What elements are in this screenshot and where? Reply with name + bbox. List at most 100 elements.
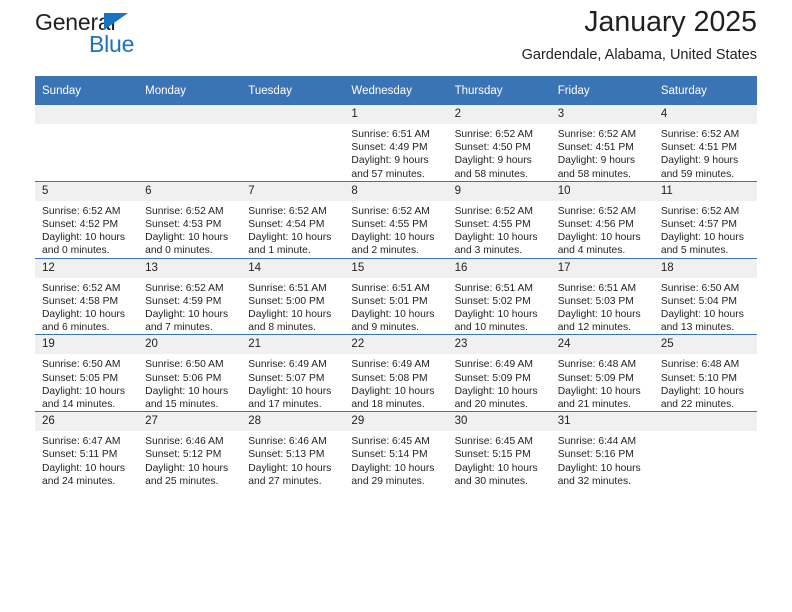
daylight-duration-line1: Daylight: 10 hours xyxy=(42,385,125,397)
sunrise-time: Sunrise: 6:52 AM xyxy=(145,282,224,294)
daylight-duration-line2: and 1 minute. xyxy=(248,245,311,257)
day-details: Sunrise: 6:51 AM Sunset: 5:00 PM Daylight:… xyxy=(241,278,344,335)
day-number: 25 xyxy=(653,335,757,355)
day-number: 15 xyxy=(344,258,448,278)
sunrise-time: Sunrise: 6:51 AM xyxy=(454,282,533,294)
sunrise-time: Sunrise: 6:52 AM xyxy=(145,205,224,217)
daylight-duration-line1: Daylight: 10 hours xyxy=(145,385,229,397)
calendar-day-cell[interactable]: 5 Sunrise: 6:52 AM Sunset: 4:52 PM Daylight… xyxy=(35,180,139,259)
calendar-day-cell[interactable]: 3 Sunrise: 6:52 AM Sunset: 4:51 PM Daylight… xyxy=(550,105,654,182)
daylight-duration-line1: Daylight: 10 hours xyxy=(454,385,538,397)
calendar-day-cell[interactable]: 20 Sunrise: 6:50 AM Sunset: 5:06 PM Dayligh… xyxy=(138,334,242,412)
day-details: Sunrise: 6:52 AM Sunset: 4:53 PM Daylight:… xyxy=(138,201,241,258)
calendar-day-cell[interactable]: 22 Sunrise: 6:49 AM Sunset: 5:08 PM Dayligh… xyxy=(344,334,448,412)
day-number: 2 xyxy=(447,105,551,124)
calendar-day-cell[interactable]: 17 Sunrise: 6:51 AM Sunset: 5:03 PM Dayligh… xyxy=(550,257,654,335)
calendar-day-cell[interactable]: 16 Sunrise: 6:51 AM Sunset: 5:02 PM Dayligh… xyxy=(447,257,551,335)
calendar-day-cell[interactable]: 31 Sunrise: 6:44 AM Sunset: 5:16 PM Dayligh… xyxy=(550,411,654,489)
calendar-day-cell[interactable]: 29 Sunrise: 6:45 AM Sunset: 5:14 PM Dayligh… xyxy=(344,411,448,489)
calendar-day-cell[interactable]: 30 Sunrise: 6:45 AM Sunset: 5:15 PM Dayligh… xyxy=(447,411,551,489)
calendar-day-cell[interactable]: 24 Sunrise: 6:48 AM Sunset: 5:09 PM Dayligh… xyxy=(550,334,654,412)
daylight-duration-line2: and 29 minutes. xyxy=(351,475,425,487)
page-header: General Blue January 2025 Gardendale, Al… xyxy=(35,0,757,76)
day-details: Sunrise: 6:46 AM Sunset: 5:13 PM Daylight:… xyxy=(241,431,344,488)
day-number xyxy=(653,412,757,432)
day-details: Sunrise: 6:52 AM Sunset: 4:58 PM Daylight:… xyxy=(35,278,138,335)
daylight-duration-line1: Daylight: 10 hours xyxy=(454,309,538,321)
calendar-day-cell[interactable]: 10 Sunrise: 6:52 AM Sunset: 4:56 PM Dayligh… xyxy=(550,180,654,259)
sunrise-time: Sunrise: 6:49 AM xyxy=(454,359,533,371)
calendar-day-cell[interactable]: 12 Sunrise: 6:52 AM Sunset: 4:58 PM Dayligh… xyxy=(35,257,139,335)
calendar-day-cell[interactable]: 4 Sunrise: 6:52 AM Sunset: 4:51 PM Daylight… xyxy=(653,105,757,182)
calendar-day-cell[interactable]: 18 Sunrise: 6:50 AM Sunset: 5:04 PM Dayligh… xyxy=(653,257,757,335)
sunset-time: Sunset: 4:51 PM xyxy=(660,142,737,154)
day-details: Sunrise: 6:52 AM Sunset: 4:59 PM Daylight:… xyxy=(138,278,241,335)
calendar-day-cell[interactable]: 11 Sunrise: 6:52 AM Sunset: 4:57 PM Dayligh… xyxy=(653,180,757,259)
daylight-duration-line2: and 8 minutes. xyxy=(248,322,316,334)
sunset-time: Sunset: 4:56 PM xyxy=(557,219,634,231)
day-number: 17 xyxy=(550,258,654,278)
sunset-time: Sunset: 5:03 PM xyxy=(557,295,634,307)
sunrise-time: Sunrise: 6:49 AM xyxy=(351,359,430,371)
sunset-time: Sunset: 5:02 PM xyxy=(454,295,531,307)
sunset-time: Sunset: 5:00 PM xyxy=(248,295,325,307)
calendar-day-cell[interactable]: 26 Sunrise: 6:47 AM Sunset: 5:11 PM Dayligh… xyxy=(35,411,139,489)
calendar-day-cell[interactable]: 21 Sunrise: 6:49 AM Sunset: 5:07 PM Dayligh… xyxy=(241,334,345,412)
sunrise-time: Sunrise: 6:51 AM xyxy=(351,282,430,294)
sunrise-time: Sunrise: 6:52 AM xyxy=(660,205,740,217)
day-number: 13 xyxy=(138,258,242,278)
calendar-day-cell[interactable]: 15 Sunrise: 6:51 AM Sunset: 5:01 PM Dayligh… xyxy=(344,257,448,335)
day-details: Sunrise: 6:45 AM Sunset: 5:15 PM Daylight:… xyxy=(448,431,551,488)
day-number: 16 xyxy=(447,258,551,278)
day-number: 21 xyxy=(241,335,345,355)
calendar-day-cell[interactable]: 23 Sunrise: 6:49 AM Sunset: 5:09 PM Dayligh… xyxy=(447,334,551,412)
calendar-day-cell[interactable]: 6 Sunrise: 6:52 AM Sunset: 4:53 PM Daylight… xyxy=(138,180,242,259)
calendar-day-cell[interactable]: 1 Sunrise: 6:51 AM Sunset: 4:49 PM Daylight… xyxy=(344,105,448,182)
day-details: Sunrise: 6:52 AM Sunset: 4:50 PM Daylight:… xyxy=(448,124,551,181)
calendar-day-cell[interactable]: 13 Sunrise: 6:52 AM Sunset: 4:59 PM Dayligh… xyxy=(138,257,242,335)
daylight-duration-line1: Daylight: 10 hours xyxy=(248,385,332,397)
daylight-duration-line2: and 25 minutes. xyxy=(145,475,219,487)
day-number: 28 xyxy=(241,412,345,432)
sunset-time: Sunset: 4:55 PM xyxy=(454,219,531,231)
daylight-duration-line1: Daylight: 10 hours xyxy=(145,309,229,321)
calendar-week-row: 19 Sunrise: 6:50 AM Sunset: 5:05 PM Dayligh… xyxy=(35,334,757,412)
calendar-day-cell[interactable]: 14 Sunrise: 6:51 AM Sunset: 5:00 PM Dayligh… xyxy=(241,257,345,335)
day-details: Sunrise: 6:51 AM Sunset: 5:03 PM Daylight:… xyxy=(551,278,654,335)
calendar-day-cell[interactable]: 27 Sunrise: 6:46 AM Sunset: 5:12 PM Dayligh… xyxy=(138,411,242,489)
sunset-time: Sunset: 5:09 PM xyxy=(557,372,634,384)
day-number xyxy=(138,105,242,124)
sunset-time: Sunset: 5:05 PM xyxy=(42,372,119,384)
daylight-duration-line1: Daylight: 10 hours xyxy=(145,462,229,474)
weekday-header-sunday: Sunday xyxy=(35,76,139,105)
day-number: 19 xyxy=(35,335,139,355)
daylight-duration-line1: Daylight: 10 hours xyxy=(557,462,641,474)
sunset-time: Sunset: 4:59 PM xyxy=(145,295,222,307)
day-details: Sunrise: 6:52 AM Sunset: 4:54 PM Daylight:… xyxy=(241,201,344,258)
calendar-day-cell[interactable]: 19 Sunrise: 6:50 AM Sunset: 5:05 PM Dayligh… xyxy=(35,334,139,412)
sunset-time: Sunset: 5:09 PM xyxy=(454,372,531,384)
daylight-duration-line1: Daylight: 10 hours xyxy=(660,385,744,397)
day-details: Sunrise: 6:48 AM Sunset: 5:10 PM Daylight:… xyxy=(654,354,757,411)
daylight-duration-line1: Daylight: 10 hours xyxy=(557,232,641,244)
generalblue-logo[interactable]: General Blue xyxy=(35,9,235,65)
calendar-day-cell[interactable]: 7 Sunrise: 6:52 AM Sunset: 4:54 PM Daylight… xyxy=(241,180,345,259)
sunrise-time: Sunrise: 6:46 AM xyxy=(248,436,327,448)
calendar-day-cell[interactable]: 8 Sunrise: 6:52 AM Sunset: 4:55 PM Daylight… xyxy=(344,180,448,259)
daylight-duration-line2: and 12 minutes. xyxy=(557,322,631,334)
day-details: Sunrise: 6:52 AM Sunset: 4:55 PM Daylight:… xyxy=(344,201,447,258)
calendar-day-cell[interactable]: 9 Sunrise: 6:52 AM Sunset: 4:55 PM Daylight… xyxy=(447,180,551,259)
sunset-time: Sunset: 4:53 PM xyxy=(145,219,222,231)
calendar-day-cell[interactable]: 28 Sunrise: 6:46 AM Sunset: 5:13 PM Dayligh… xyxy=(241,411,345,489)
day-details: Sunrise: 6:49 AM Sunset: 5:08 PM Daylight:… xyxy=(344,354,447,411)
daylight-duration-line1: Daylight: 10 hours xyxy=(557,385,641,397)
day-number: 23 xyxy=(447,335,551,355)
sunrise-time: Sunrise: 6:52 AM xyxy=(42,205,121,217)
daylight-duration-line2: and 24 minutes. xyxy=(42,475,116,487)
sunset-time: Sunset: 4:55 PM xyxy=(351,219,428,231)
daylight-duration-line1: Daylight: 9 hours xyxy=(660,155,739,167)
calendar-day-cell[interactable]: 25 Sunrise: 6:48 AM Sunset: 5:10 PM Dayligh… xyxy=(653,334,757,412)
sunrise-time: Sunrise: 6:52 AM xyxy=(557,129,637,140)
calendar-day-cell[interactable]: 2 Sunrise: 6:52 AM Sunset: 4:50 PM Daylight… xyxy=(447,105,551,182)
page-title: January 2025 xyxy=(584,6,757,38)
